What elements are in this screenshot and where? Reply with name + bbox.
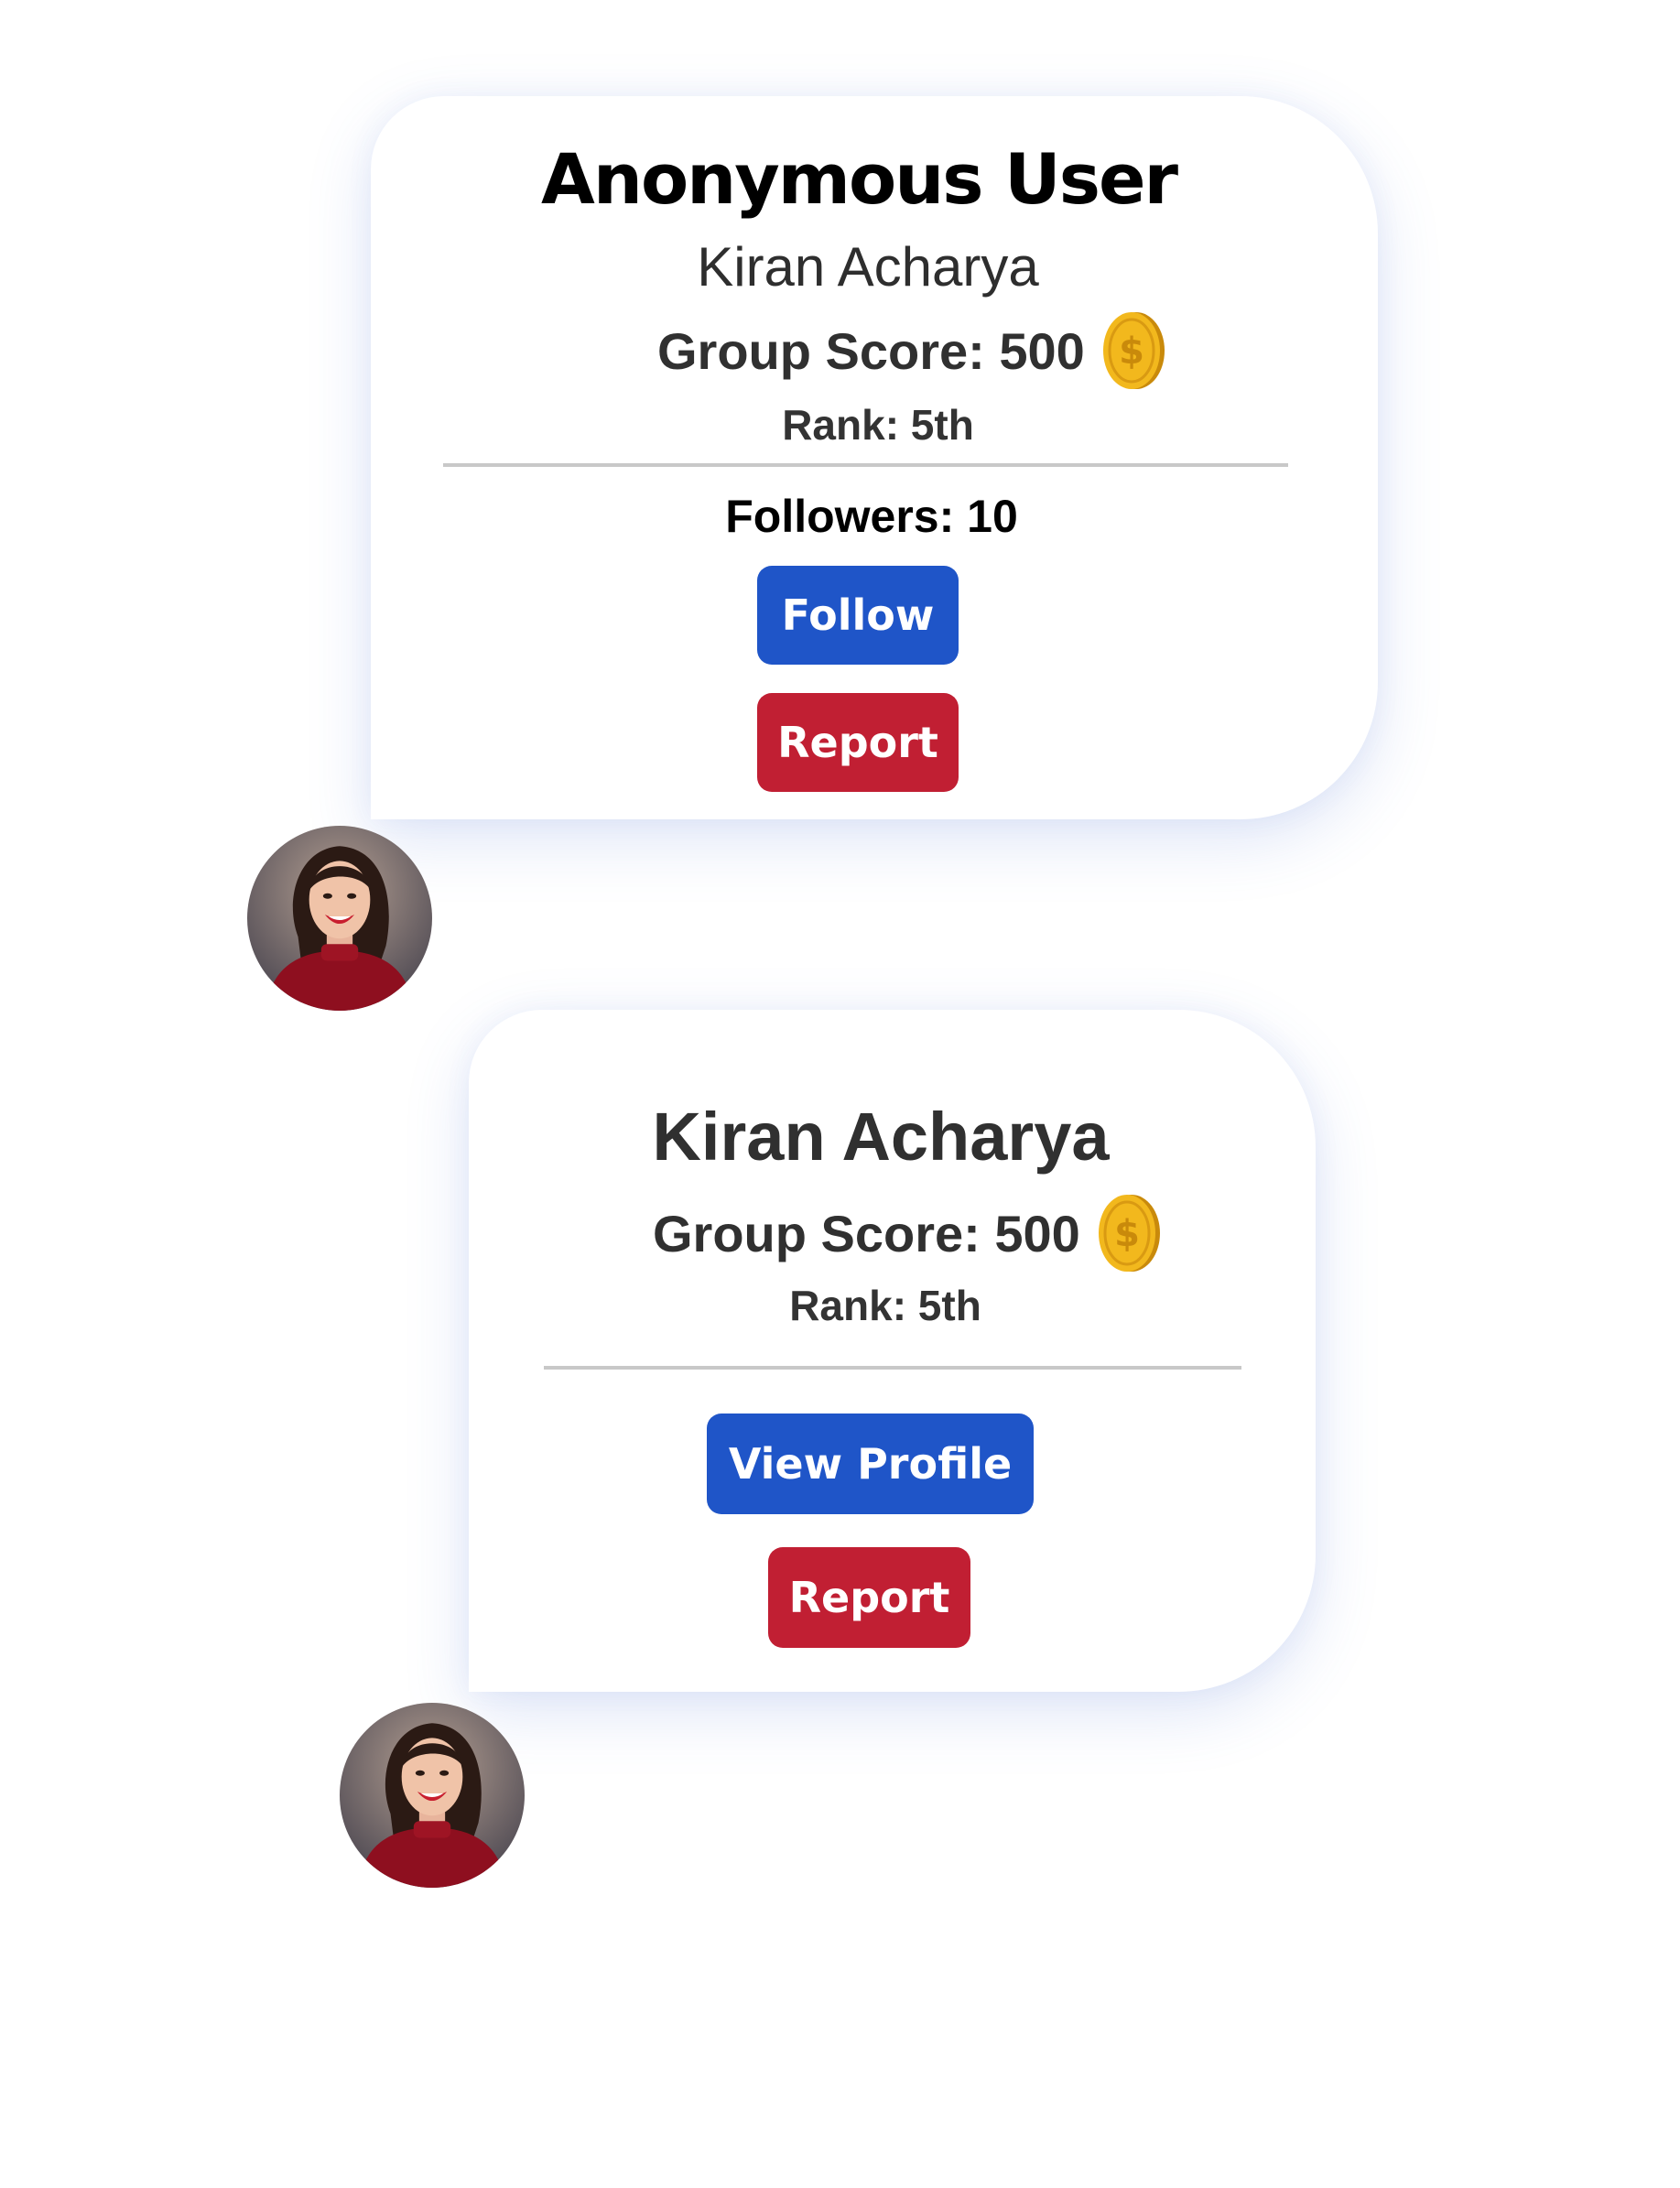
rank-text: Rank: 5th	[789, 1282, 981, 1329]
avatar	[247, 826, 432, 1011]
group-score-row: Group Score: 500 $	[657, 310, 1167, 391]
svg-text:$: $	[1114, 1213, 1140, 1255]
group-score: Group Score: 500	[657, 321, 1085, 380]
coin-icon: $	[1100, 310, 1167, 391]
svg-text:$: $	[1119, 330, 1144, 373]
group-score: Group Score: 500	[653, 1204, 1080, 1262]
followers-count: Followers: 10	[725, 491, 1018, 542]
group-score-row: Group Score: 500 $	[653, 1193, 1163, 1273]
user-name: Kiran Acharya	[697, 236, 1039, 298]
coin-icon: $	[1095, 1193, 1163, 1273]
rank-text: Rank: 5th	[782, 401, 974, 449]
divider	[443, 463, 1288, 467]
card-title: Kiran Acharya	[652, 1099, 1110, 1175]
card-title: Anonymous User	[541, 138, 1178, 220]
member-card: Kiran Acharya Group Score: 500 $ Rank: 5…	[469, 1010, 1316, 1692]
divider	[544, 1366, 1241, 1370]
anonymous-user-card: Anonymous User Kiran Acharya Group Score…	[371, 96, 1378, 819]
view-profile-button[interactable]: View Profile	[707, 1414, 1034, 1514]
follow-button[interactable]: Follow	[757, 566, 959, 665]
report-button[interactable]: Report	[768, 1547, 970, 1648]
avatar	[340, 1703, 525, 1888]
report-button[interactable]: Report	[757, 693, 959, 792]
